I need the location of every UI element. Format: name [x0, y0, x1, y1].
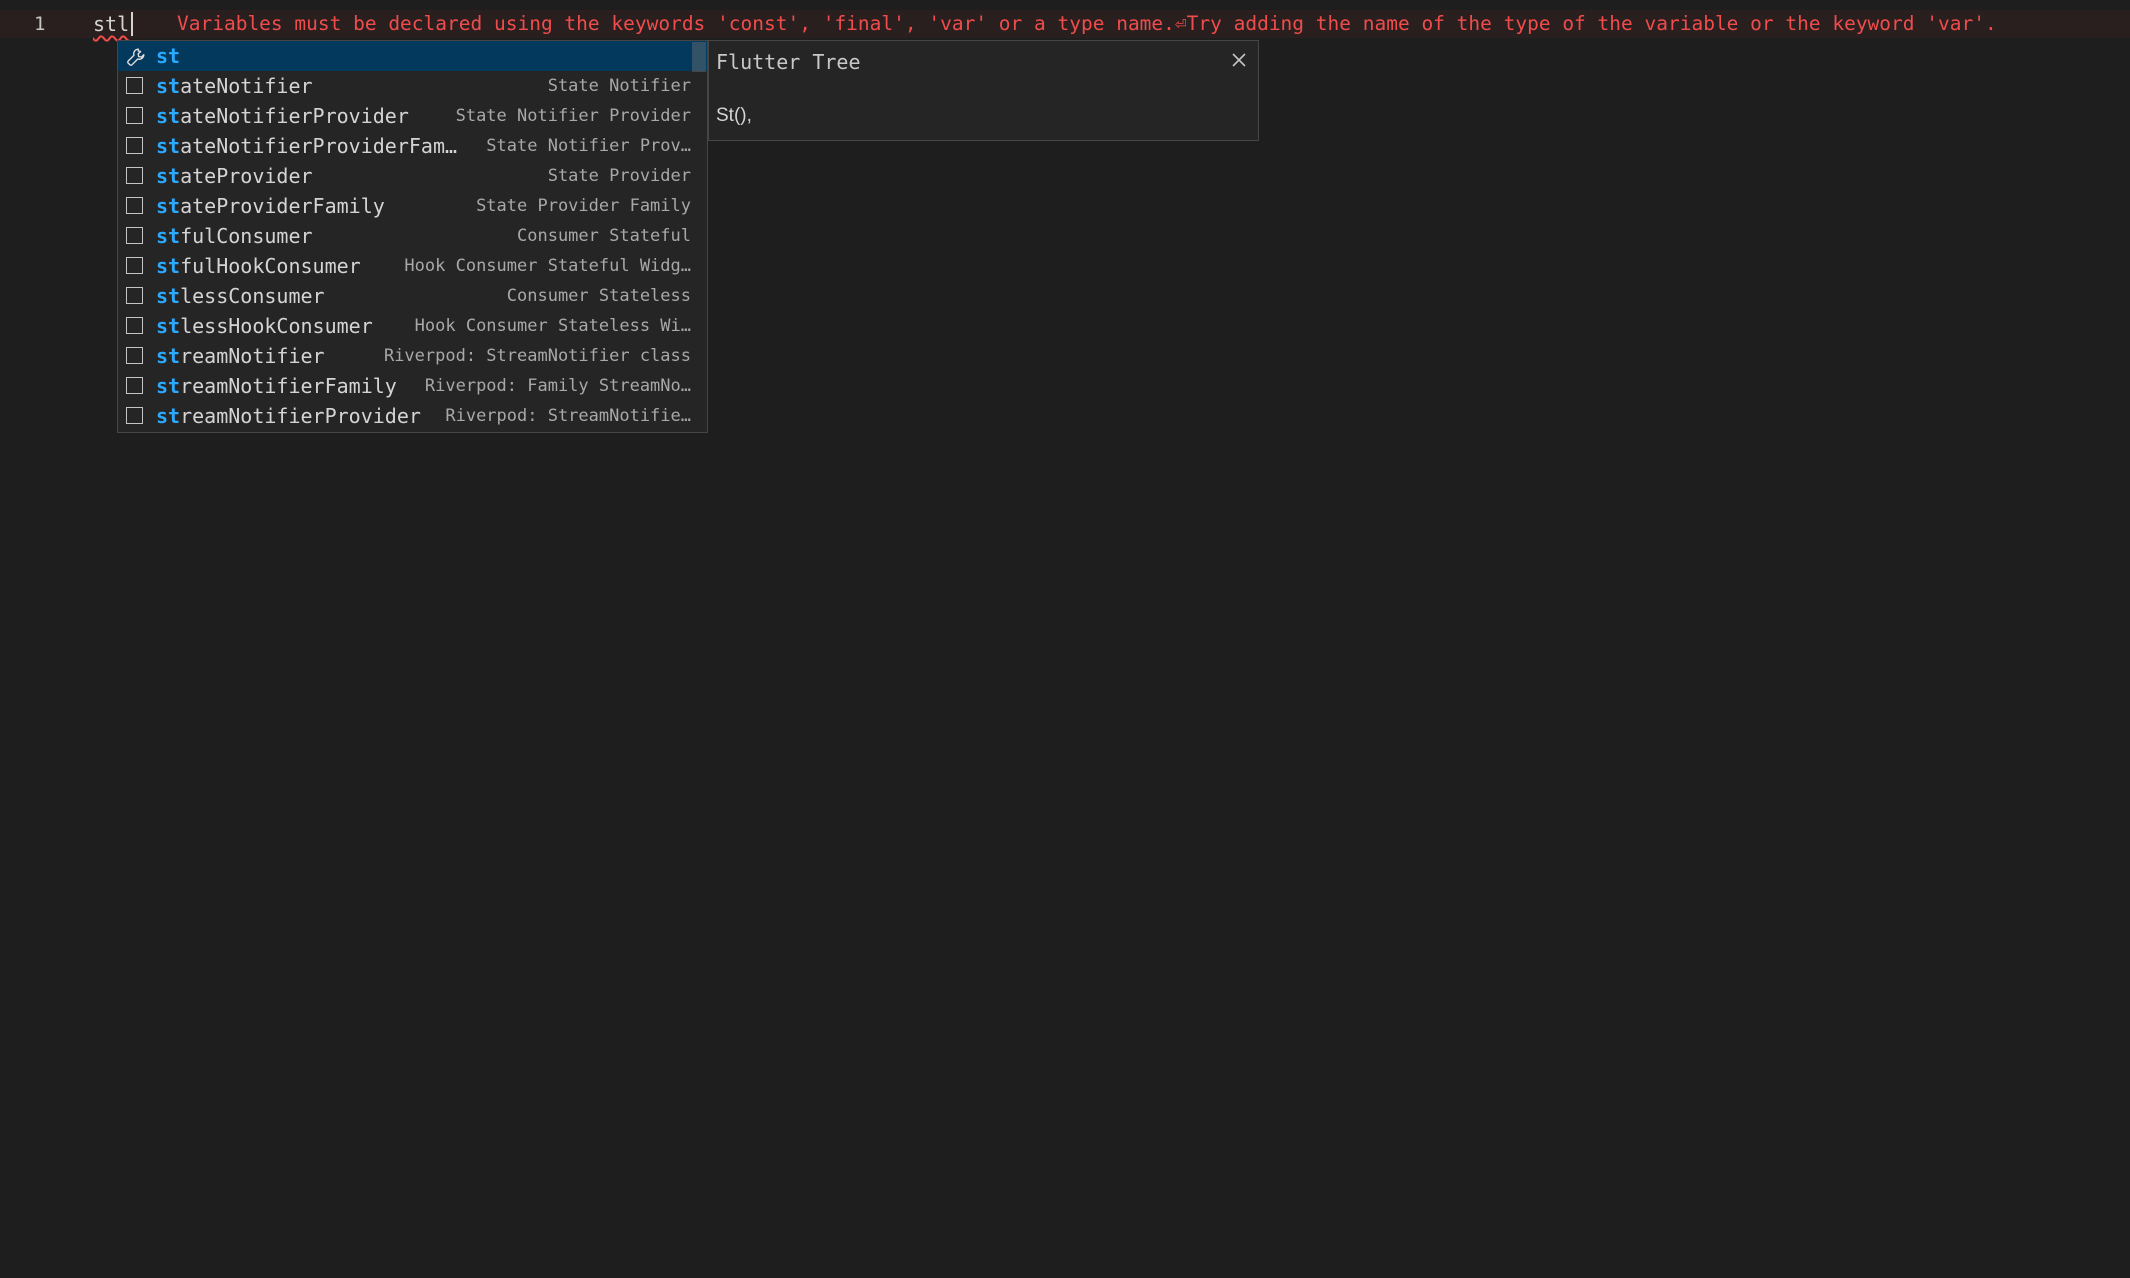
text-cursor — [131, 12, 133, 36]
suggest-item-match: st — [156, 314, 181, 338]
suggest-item-label: stateNotifierProvider — [156, 101, 409, 131]
suggest-item-label: stlessConsumer — [156, 281, 325, 311]
suggest-item-rest: ateNotifier — [180, 74, 313, 98]
suggest-item-label: st — [156, 41, 180, 71]
suggest-item-label: stateNotifier — [156, 71, 313, 101]
top-strip — [0, 0, 2130, 6]
snippet-icon — [126, 407, 143, 424]
suggest-item-detail: Hook Consumer Stateless Wi… — [414, 316, 691, 336]
suggest-item-match: st — [156, 344, 181, 368]
scrollbar-thumb[interactable] — [692, 42, 706, 72]
suggest-item-match: st — [156, 194, 181, 218]
suggest-item-detail: Consumer Stateful — [517, 226, 691, 246]
suggest-item-rest: reamNotifierFamily — [180, 374, 397, 398]
suggest-item-rest: fulConsumer — [180, 224, 313, 248]
suggest-item-match: st — [156, 104, 181, 128]
inline-error-message: Variables must be declared using the key… — [177, 12, 1997, 35]
snippet-icon — [126, 197, 143, 214]
wrench-icon — [125, 46, 145, 66]
suggest-item-match: st — [156, 164, 181, 188]
suggest-item[interactable]: streamNotifierProvider Riverpod: StreamNo… — [118, 401, 707, 431]
suggest-item[interactable]: st — [118, 41, 707, 72]
suggest-item-label: streamNotifier — [156, 341, 325, 371]
suggest-item-match: st — [156, 134, 181, 158]
snippet-icon — [126, 107, 143, 124]
suggest-details-pane: Flutter Tree St(), — [708, 40, 1259, 141]
suggest-item-label: stateProviderFamily — [156, 191, 385, 221]
snippet-icon — [126, 257, 143, 274]
line-number: 1 — [34, 13, 46, 35]
snippet-icon — [126, 317, 143, 334]
snippet-icon — [126, 77, 143, 94]
suggest-item-detail: State Notifier Prov… — [486, 136, 691, 156]
suggest-item-label: stfulHookConsumer — [156, 251, 361, 281]
suggest-item[interactable]: stfulHookConsumer Hook Consumer Stateful … — [118, 251, 707, 281]
suggest-item[interactable]: streamNotifierFamily Riverpod: Family Str… — [118, 371, 707, 401]
suggest-item-rest: lessConsumer — [180, 284, 325, 308]
suggest-item-label: streamNotifierProvider — [156, 401, 421, 431]
suggest-item-match: st — [156, 284, 181, 308]
suggest-item-detail: Riverpod: Family StreamNo… — [424, 376, 691, 396]
editor-area[interactable]: 1 stl Variables must be declared using t… — [0, 0, 2130, 1278]
suggest-item[interactable]: stlessConsumer Consumer Stateless — [118, 281, 707, 311]
suggest-item-detail: State Provider — [547, 166, 691, 186]
suggest-item-rest: reamNotifier — [180, 344, 325, 368]
snippet-icon — [126, 347, 143, 364]
suggest-item-detail: State Notifier — [547, 76, 691, 96]
suggest-item-rest: fulHookConsumer — [180, 254, 361, 278]
suggest-item-rest: ateNotifierProviderFam… — [180, 134, 458, 158]
snippet-icon — [126, 167, 143, 184]
suggest-item[interactable]: stateNotifierProviderFam… State Notifier … — [118, 131, 707, 161]
snippet-icon — [126, 377, 143, 394]
suggest-item[interactable]: stateNotifierProvider State Notifier Prov… — [118, 101, 707, 131]
code-text[interactable]: stl — [93, 10, 129, 38]
suggest-item-label: stlessHookConsumer — [156, 311, 373, 341]
suggest-widget[interactable]: st stateNotifier State Notifier stateNotifi… — [117, 40, 708, 433]
suggest-item[interactable]: stateProviderFamily State Provider Family — [118, 191, 707, 221]
suggest-item-match: st — [156, 224, 181, 248]
suggest-item-match: st — [156, 374, 181, 398]
suggest-item[interactable]: streamNotifier Riverpod: StreamNotifier c… — [118, 341, 707, 371]
suggest-item-detail: Hook Consumer Stateful Widg… — [404, 256, 691, 276]
suggest-item-rest: reamNotifierProvider — [180, 404, 421, 428]
suggest-item-label: stfulConsumer — [156, 221, 313, 251]
suggest-item[interactable]: stateProvider State Provider — [118, 161, 707, 191]
snippet-icon — [126, 287, 143, 304]
suggest-item-match: st — [156, 254, 181, 278]
close-icon[interactable] — [1228, 49, 1250, 71]
code-line[interactable]: 1 stl Variables must be declared using t… — [0, 10, 2130, 38]
suggest-item-detail: State Notifier Provider — [455, 106, 691, 126]
details-title: Flutter Tree — [716, 50, 861, 74]
suggest-item-detail: Consumer Stateless — [506, 286, 691, 306]
snippet-icon — [126, 227, 143, 244]
suggest-item-detail: Riverpod: StreamNotifier class — [383, 346, 691, 366]
suggest-item-match: st — [156, 404, 181, 428]
suggest-item[interactable]: stfulConsumer Consumer Stateful — [118, 221, 707, 251]
details-body: St(), — [716, 105, 752, 126]
suggest-item-label: stateProvider — [156, 161, 313, 191]
suggest-item-detail: State Provider Family — [476, 196, 691, 216]
suggest-item-rest: ateNotifierProvider — [180, 104, 409, 128]
suggest-item[interactable]: stlessHookConsumer Hook Consumer Stateles… — [118, 311, 707, 341]
suggest-item-detail: Riverpod: StreamNotifie… — [445, 406, 691, 426]
snippet-icon — [126, 137, 143, 154]
suggest-item-match: st — [156, 74, 181, 98]
suggest-item-label: stateNotifierProviderFam… — [156, 131, 457, 161]
suggest-item-rest: ateProviderFamily — [180, 194, 385, 218]
suggest-item-match: st — [156, 44, 181, 68]
suggest-item[interactable]: stateNotifier State Notifier — [118, 71, 707, 101]
suggest-item-rest: ateProvider — [180, 164, 313, 188]
suggest-item-rest: lessHookConsumer — [180, 314, 373, 338]
suggest-item-label: streamNotifierFamily — [156, 371, 397, 401]
